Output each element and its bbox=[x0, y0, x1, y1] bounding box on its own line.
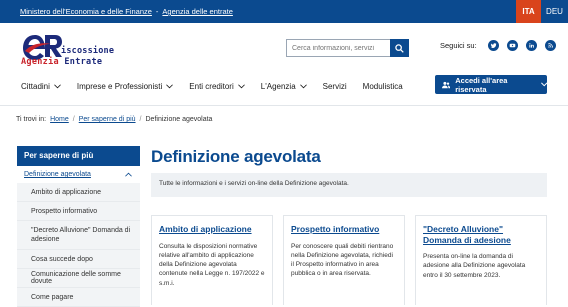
breadcrumb: Ti trovi in: Home / Per saperne di più /… bbox=[16, 116, 212, 123]
sidebar-item-ambito[interactable]: Ambito di applicazione bbox=[17, 183, 140, 202]
sidebar-item-label: Definizione agevolata bbox=[24, 171, 91, 178]
breadcrumb-prefix: Ti trovi in: bbox=[16, 116, 47, 123]
chevron-up-icon bbox=[125, 172, 132, 177]
nav-item-agenzia[interactable]: L'Agenzia bbox=[261, 82, 307, 91]
login-reserved-area-button[interactable]: Accedi all'area riservata bbox=[435, 75, 547, 94]
rss-icon[interactable] bbox=[544, 40, 556, 51]
card-title-link[interactable]: Ambito di applicazione bbox=[159, 224, 265, 235]
nav-item-servizi[interactable]: Servizi bbox=[323, 82, 347, 91]
breadcrumb-home[interactable]: Home bbox=[50, 116, 69, 123]
social-links: Seguici su: bbox=[440, 40, 556, 51]
twitter-icon[interactable] bbox=[487, 40, 499, 51]
nav-label: Servizi bbox=[322, 82, 347, 91]
breadcrumb-parent[interactable]: Per saperne di più bbox=[79, 116, 136, 123]
sidebar-item-prospetto[interactable]: Prospetto informativo bbox=[17, 202, 140, 221]
card-body: Presenta on-line la domanda di adesione … bbox=[423, 253, 526, 279]
search-icon bbox=[395, 43, 404, 53]
page-title: Definizione agevolata bbox=[151, 147, 321, 166]
top-bar: Ministero dell'Economia e delle Finanze … bbox=[0, 0, 568, 23]
header: iscossione Agenzia Entrate Seguici su: bbox=[0, 23, 568, 73]
chevron-down-icon bbox=[540, 82, 547, 87]
nav-label: Cittadini bbox=[21, 82, 50, 91]
institutional-links: Ministero dell'Economia e delle Finanze … bbox=[20, 7, 233, 16]
sidebar-heading: Per saperne di più bbox=[17, 146, 140, 166]
nav-item-modulistica[interactable]: Modulistica bbox=[363, 82, 403, 91]
sidebar-item-definizione-agevolata[interactable]: Definizione agevolata bbox=[17, 166, 140, 183]
card-decreto-alluvione: "Decreto Alluvione" Domanda di adesione … bbox=[415, 215, 547, 305]
sidebar-submenu: Ambito di applicazione Prospetto informa… bbox=[17, 183, 140, 307]
card-title-link[interactable]: "Decreto Alluvione" Domanda di adesione bbox=[423, 224, 539, 245]
card-ambito: Ambito di applicazione Consulta le dispo… bbox=[151, 215, 273, 305]
chevron-down-icon bbox=[166, 84, 174, 89]
search-button[interactable] bbox=[390, 39, 409, 57]
lang-ita[interactable]: ITA bbox=[516, 0, 541, 23]
chevron-down-icon bbox=[237, 84, 245, 89]
card-title-link[interactable]: Prospetto informativo bbox=[291, 224, 397, 235]
social-label: Seguici su: bbox=[440, 41, 477, 50]
nav-label: Enti creditori bbox=[189, 82, 234, 91]
nav-item-imprese[interactable]: Imprese e Professionisti bbox=[76, 82, 174, 91]
chevron-down-icon bbox=[299, 84, 307, 89]
chevron-down-icon bbox=[54, 84, 61, 89]
linkedin-icon[interactable] bbox=[525, 40, 537, 51]
intro-box: Tutte le informazioni e i servizi on-lin… bbox=[151, 173, 547, 197]
sidebar-item-cosa-succede[interactable]: Cosa succede dopo bbox=[17, 250, 140, 269]
logo-text-entrate: Entrate bbox=[64, 57, 103, 67]
sidebar-item-come-pagare[interactable]: Come pagare bbox=[17, 288, 140, 307]
divider bbox=[0, 105, 568, 106]
nav-label: Modulistica bbox=[362, 82, 403, 91]
sidebar-item-decreto-alluvione[interactable]: "Decreto Alluvione" Domanda di adesione bbox=[17, 221, 140, 250]
ministry-link[interactable]: Ministero dell'Economia e delle Finanze bbox=[20, 7, 152, 16]
users-icon bbox=[442, 81, 451, 88]
logo-text-riscossione: iscossione bbox=[61, 46, 115, 56]
search-input[interactable] bbox=[286, 39, 390, 57]
breadcrumb-separator: / bbox=[72, 116, 75, 123]
language-switcher: ITA DEU bbox=[516, 0, 568, 23]
nav-label: L'Agenzia bbox=[260, 82, 296, 91]
nav-label: Imprese e Professionisti bbox=[76, 82, 163, 91]
agency-link[interactable]: Agenzia delle entrate bbox=[162, 7, 232, 16]
nav-item-enti-creditori[interactable]: Enti creditori bbox=[189, 82, 245, 91]
sidebar-item-comunicazione[interactable]: Comunicazione delle somme dovute bbox=[17, 269, 140, 288]
sidebar: Per saperne di più Definizione agevolata… bbox=[17, 146, 140, 307]
card-body: Per conoscere quali debiti rientrano nel… bbox=[291, 242, 394, 278]
breadcrumb-current: Definizione agevolata bbox=[145, 116, 213, 123]
logo-text-agency: Agenzia Entrate bbox=[21, 57, 102, 67]
lang-deu[interactable]: DEU bbox=[541, 0, 568, 23]
logo-text-agenzia: Agenzia bbox=[21, 57, 59, 67]
card-prospetto: Prospetto informativo Per conoscere qual… bbox=[283, 215, 405, 305]
card-body: Consulta le disposizioni normative relat… bbox=[159, 242, 265, 287]
breadcrumb-separator: / bbox=[139, 116, 142, 123]
separator: - bbox=[155, 7, 159, 16]
site-logo[interactable]: iscossione Agenzia Entrate bbox=[21, 32, 116, 67]
youtube-icon[interactable] bbox=[506, 40, 518, 51]
login-button-label: Accedi all'area riservata bbox=[455, 75, 508, 94]
nav-item-cittadini[interactable]: Cittadini bbox=[21, 82, 61, 91]
